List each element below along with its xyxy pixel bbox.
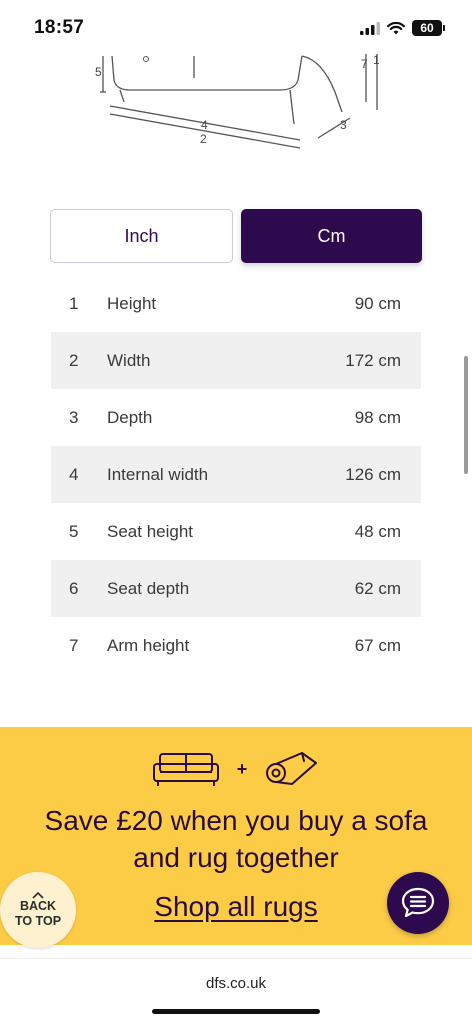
row-value: 90 cm (354, 293, 401, 313)
row-value: 172 cm (345, 350, 401, 370)
row-value: 62 cm (354, 578, 401, 598)
signal-icon (360, 21, 380, 35)
promo-headline: Save £20 when you buy a sofa and rug tog… (0, 802, 472, 876)
row-number: 7 (69, 635, 79, 655)
battery-icon: 60 (412, 20, 445, 36)
promo-icons: + (152, 747, 320, 791)
diagram-label-5: 5 (95, 65, 102, 79)
row-number: 1 (69, 293, 79, 313)
plus-sign: + (236, 758, 248, 779)
battery-level: 60 (420, 21, 434, 35)
promo-line-1: Save £20 when you buy a sofa (44, 805, 428, 836)
diagram-label-7: 7 (361, 57, 368, 71)
dimensions-table: 1 Height 90 cm 2 Width 172 cm 3 Depth 98… (51, 275, 421, 674)
table-row: 6 Seat depth 62 cm (51, 560, 421, 617)
chat-button[interactable] (387, 872, 449, 934)
status-time: 18:57 (34, 17, 85, 38)
row-value: 67 cm (354, 635, 401, 655)
table-row: 4 Internal width 126 cm (51, 446, 421, 503)
status-icons: 60 (360, 20, 445, 36)
cm-button[interactable]: Cm (241, 209, 422, 263)
row-number: 3 (69, 407, 79, 427)
chevron-up-icon (32, 891, 44, 899)
table-row: 3 Depth 98 cm (51, 389, 421, 446)
back-to-top-line-2: TO TOP (14, 914, 62, 928)
row-value: 98 cm (354, 407, 401, 427)
rug-icon (265, 752, 317, 785)
url-text[interactable]: dfs.co.uk (0, 975, 472, 992)
status-bar: 18:57 60 (0, 0, 472, 56)
back-to-top-button[interactable]: BACK TO TOP (0, 872, 76, 948)
row-label: Seat depth (107, 578, 190, 598)
row-number: 4 (69, 464, 79, 484)
home-indicator[interactable] (152, 1009, 320, 1014)
table-row: 7 Arm height 67 cm (51, 617, 421, 674)
row-value: 48 cm (354, 521, 401, 541)
row-label: Depth (107, 407, 153, 427)
table-row: 1 Height 90 cm (51, 275, 421, 332)
promo-line-2: and rug together (133, 842, 339, 873)
chat-icon (401, 887, 435, 918)
back-to-top-line-1: BACK (19, 899, 57, 913)
table-row: 5 Seat height 48 cm (51, 503, 421, 560)
row-value: 126 cm (345, 464, 401, 484)
diagram-label-4: 4 (201, 118, 208, 132)
row-number: 6 (69, 578, 79, 598)
table-row: 2 Width 172 cm (51, 332, 421, 389)
browser-address-bar[interactable]: dfs.co.uk (0, 958, 472, 1024)
sofa-dimension-diagram: 5 4 2 3 7 1 (95, 53, 380, 149)
row-label: Arm height (107, 635, 190, 655)
unit-toggle: Inch Cm (50, 209, 422, 265)
row-label: Seat height (107, 521, 194, 541)
diagram-label-2: 2 (200, 132, 207, 146)
page-scrollbar[interactable] (464, 356, 468, 474)
row-label: Height (107, 293, 157, 313)
row-label: Width (107, 350, 151, 370)
row-number: 2 (69, 350, 79, 370)
diagram-label-3: 3 (340, 118, 347, 132)
row-label: Internal width (107, 464, 209, 484)
sofa-icon (153, 753, 219, 786)
wifi-icon (387, 21, 405, 34)
diagram-label-1: 1 (373, 53, 380, 67)
inch-button[interactable]: Inch (50, 209, 233, 263)
row-number: 5 (69, 521, 79, 541)
